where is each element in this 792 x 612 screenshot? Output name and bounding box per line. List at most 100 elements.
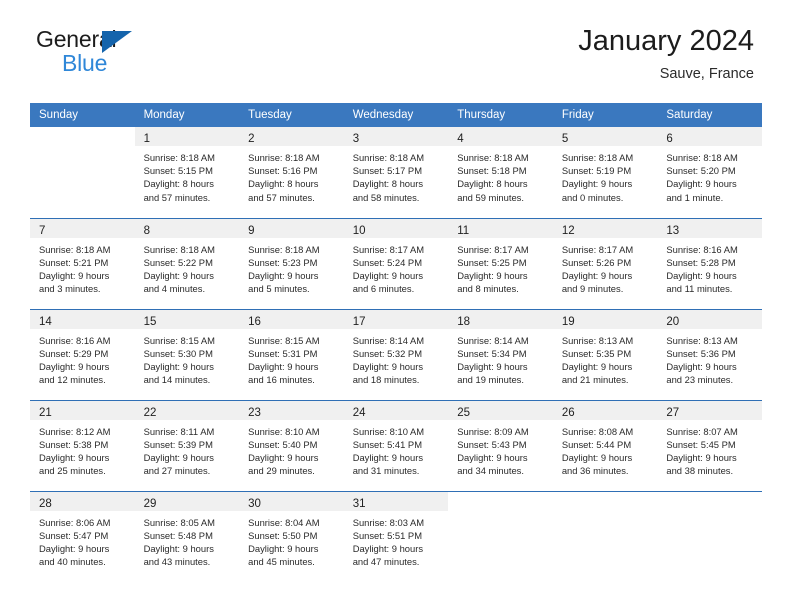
day-number: 7 [39, 224, 46, 237]
weekday-header-wednesday: Wednesday [343, 103, 449, 127]
daylight-text-line1: Daylight: 8 hours [143, 178, 214, 190]
day-number-band: 11 [448, 218, 553, 238]
day-number-band: 25 [448, 400, 553, 420]
day-number-band [552, 491, 658, 511]
day-cell[interactable]: 16 Sunrise: 8:15 AM Sunset: 5:31 PM Dayligh… [239, 308, 344, 400]
triangle-logo-icon [102, 31, 132, 53]
day-cell[interactable]: 3 Sunrise: 8:18 AM Sunset: 5:17 PM Daylight… [343, 127, 449, 218]
day-cell[interactable]: 24 Sunrise: 8:10 AM Sunset: 5:41 PM Dayligh… [343, 399, 449, 491]
day-cell[interactable]: 7 Sunrise: 8:18 AM Sunset: 5:21 PM Daylight… [30, 217, 135, 309]
daylight-text-line1: Daylight: 9 hours [248, 360, 319, 372]
sunset-text: Sunset: 5:23 PM [248, 256, 318, 268]
sunset-text: Sunset: 5:17 PM [352, 165, 422, 177]
day-number-band: 5 [552, 127, 658, 146]
sunrise-text: Sunrise: 8:04 AM [248, 516, 320, 528]
logo-text-blue: Blue [62, 50, 108, 76]
daylight-text-line1: Daylight: 9 hours [143, 542, 214, 554]
daylight-text-line2: and 59 minutes. [457, 191, 524, 203]
sunset-text: Sunset: 5:26 PM [561, 256, 632, 268]
day-number-band: 4 [448, 127, 553, 146]
day-number: 5 [561, 133, 569, 145]
day-cell[interactable]: 30 Sunrise: 8:04 AM Sunset: 5:50 PM Dayligh… [239, 490, 344, 582]
calendar-week-row: 14 Sunrise: 8:16 AM Sunset: 5:29 PM Dayligh… [30, 308, 762, 400]
daylight-text-line2: and 31 minutes. [352, 465, 420, 477]
sunrise-text: Sunrise: 8:08 AM [561, 425, 634, 437]
day-cell[interactable]: 10 Sunrise: 8:17 AM Sunset: 5:24 PM Dayligh… [343, 217, 449, 309]
day-number: 29 [143, 497, 157, 510]
day-number: 12 [561, 224, 575, 237]
day-cell[interactable]: 13 Sunrise: 8:16 AM Sunset: 5:28 PM Dayligh… [657, 217, 762, 309]
sunrise-text: Sunrise: 8:07 AM [666, 425, 738, 437]
day-cell[interactable]: 14 Sunrise: 8:16 AM Sunset: 5:29 PM Dayligh… [30, 308, 135, 400]
sunrise-text: Sunrise: 8:17 AM [352, 243, 425, 255]
day-number: 1 [143, 133, 150, 145]
sunset-text: Sunset: 5:20 PM [666, 165, 736, 177]
day-number: 6 [666, 133, 673, 145]
day-number-band: 2 [239, 127, 344, 146]
day-number-band: 29 [134, 491, 240, 511]
day-details: Sunrise: 8:13 AM Sunset: 5:35 PM Daylight:… [553, 329, 658, 387]
daylight-text-line1: Daylight: 9 hours [666, 178, 737, 190]
sunrise-text: Sunrise: 8:18 AM [561, 152, 634, 163]
day-details: Sunrise: 8:08 AM Sunset: 5:44 PM Daylight:… [553, 420, 658, 478]
day-cell[interactable]: 19 Sunrise: 8:13 AM Sunset: 5:35 PM Dayligh… [552, 308, 658, 400]
day-cell[interactable]: 8 Sunrise: 8:18 AM Sunset: 5:22 PM Daylight… [134, 217, 240, 309]
weekday-header-tuesday: Tuesday [239, 103, 344, 127]
daylight-text-line1: Daylight: 9 hours [457, 451, 528, 463]
day-number-band: 22 [134, 400, 240, 420]
day-details: Sunrise: 8:14 AM Sunset: 5:34 PM Daylight:… [448, 329, 553, 387]
day-cell[interactable]: 20 Sunrise: 8:13 AM Sunset: 5:36 PM Dayligh… [657, 308, 762, 400]
day-cell[interactable]: 22 Sunrise: 8:11 AM Sunset: 5:39 PM Dayligh… [134, 399, 240, 491]
sunrise-text: Sunrise: 8:17 AM [457, 243, 529, 255]
day-cell[interactable]: 6 Sunrise: 8:18 AM Sunset: 5:20 PM Daylight… [657, 127, 762, 218]
day-cell-empty [657, 490, 762, 582]
day-cell[interactable]: 27 Sunrise: 8:07 AM Sunset: 5:45 PM Dayligh… [657, 399, 762, 491]
day-number-band: 21 [30, 400, 135, 420]
day-details: Sunrise: 8:18 AM Sunset: 5:23 PM Daylight:… [239, 238, 344, 296]
day-details: Sunrise: 8:09 AM Sunset: 5:43 PM Daylight:… [448, 420, 553, 478]
day-cell[interactable]: 12 Sunrise: 8:17 AM Sunset: 5:26 PM Dayligh… [552, 217, 658, 309]
day-details: Sunrise: 8:18 AM Sunset: 5:15 PM Daylight:… [135, 146, 240, 204]
day-number: 25 [457, 406, 471, 419]
day-number-band: 18 [448, 309, 553, 329]
day-cell[interactable]: 18 Sunrise: 8:14 AM Sunset: 5:34 PM Dayligh… [448, 308, 553, 400]
day-cell[interactable]: 1 Sunrise: 8:18 AM Sunset: 5:15 PM Daylight… [134, 127, 240, 218]
daylight-text-line2: and 34 minutes. [457, 465, 524, 477]
daylight-text-line2: and 23 minutes. [666, 374, 734, 386]
sunset-text: Sunset: 5:28 PM [666, 256, 736, 268]
day-cell[interactable]: 26 Sunrise: 8:08 AM Sunset: 5:44 PM Dayligh… [552, 399, 658, 491]
day-number: 8 [143, 224, 150, 237]
daylight-text-line1: Daylight: 9 hours [352, 269, 424, 281]
day-number: 28 [39, 497, 52, 510]
day-cell[interactable]: 11 Sunrise: 8:17 AM Sunset: 5:25 PM Dayligh… [448, 217, 553, 309]
day-cell[interactable]: 5 Sunrise: 8:18 AM Sunset: 5:19 PM Daylight… [552, 127, 658, 218]
daylight-text-line2: and 18 minutes. [352, 374, 420, 386]
day-number-band: 7 [30, 218, 135, 238]
daylight-text-line2: and 11 minutes. [666, 283, 733, 295]
generalblue-logo[interactable]: General Blue [36, 28, 236, 75]
sunset-text: Sunset: 5:35 PM [561, 347, 632, 359]
sunset-text: Sunset: 5:24 PM [352, 256, 422, 268]
day-number-band: 19 [552, 309, 658, 329]
day-details: Sunrise: 8:17 AM Sunset: 5:24 PM Daylight:… [344, 238, 449, 296]
day-cell[interactable]: 31 Sunrise: 8:03 AM Sunset: 5:51 PM Dayligh… [343, 490, 449, 582]
page-subtitle-location: Sauve, France [659, 66, 754, 83]
sunrise-text: Sunrise: 8:13 AM [561, 334, 634, 346]
day-cell[interactable]: 29 Sunrise: 8:05 AM Sunset: 5:48 PM Dayligh… [134, 490, 240, 582]
day-cell[interactable]: 9 Sunrise: 8:18 AM Sunset: 5:23 PM Daylight… [239, 217, 344, 309]
daylight-text-line2: and 21 minutes. [561, 374, 629, 386]
day-cell[interactable]: 21 Sunrise: 8:12 AM Sunset: 5:38 PM Dayligh… [30, 399, 135, 491]
day-cell[interactable]: 23 Sunrise: 8:10 AM Sunset: 5:40 PM Dayligh… [239, 399, 344, 491]
sunset-text: Sunset: 5:45 PM [666, 438, 736, 450]
daylight-text-line1: Daylight: 9 hours [561, 451, 633, 463]
day-cell[interactable]: 4 Sunrise: 8:18 AM Sunset: 5:18 PM Daylight… [448, 127, 553, 218]
day-number: 10 [352, 224, 366, 237]
day-cell[interactable]: 25 Sunrise: 8:09 AM Sunset: 5:43 PM Dayligh… [448, 399, 553, 491]
day-cell[interactable]: 17 Sunrise: 8:14 AM Sunset: 5:32 PM Dayligh… [343, 308, 449, 400]
day-cell[interactable]: 2 Sunrise: 8:18 AM Sunset: 5:16 PM Daylight… [239, 127, 344, 218]
day-details: Sunrise: 8:13 AM Sunset: 5:36 PM Daylight:… [657, 329, 762, 387]
day-number-band: 13 [657, 218, 762, 238]
day-cell[interactable]: 28 Sunrise: 8:06 AM Sunset: 5:47 PM Dayligh… [30, 490, 135, 582]
day-cell[interactable]: 15 Sunrise: 8:15 AM Sunset: 5:30 PM Dayligh… [134, 308, 240, 400]
day-details: Sunrise: 8:18 AM Sunset: 5:22 PM Daylight:… [135, 238, 240, 296]
